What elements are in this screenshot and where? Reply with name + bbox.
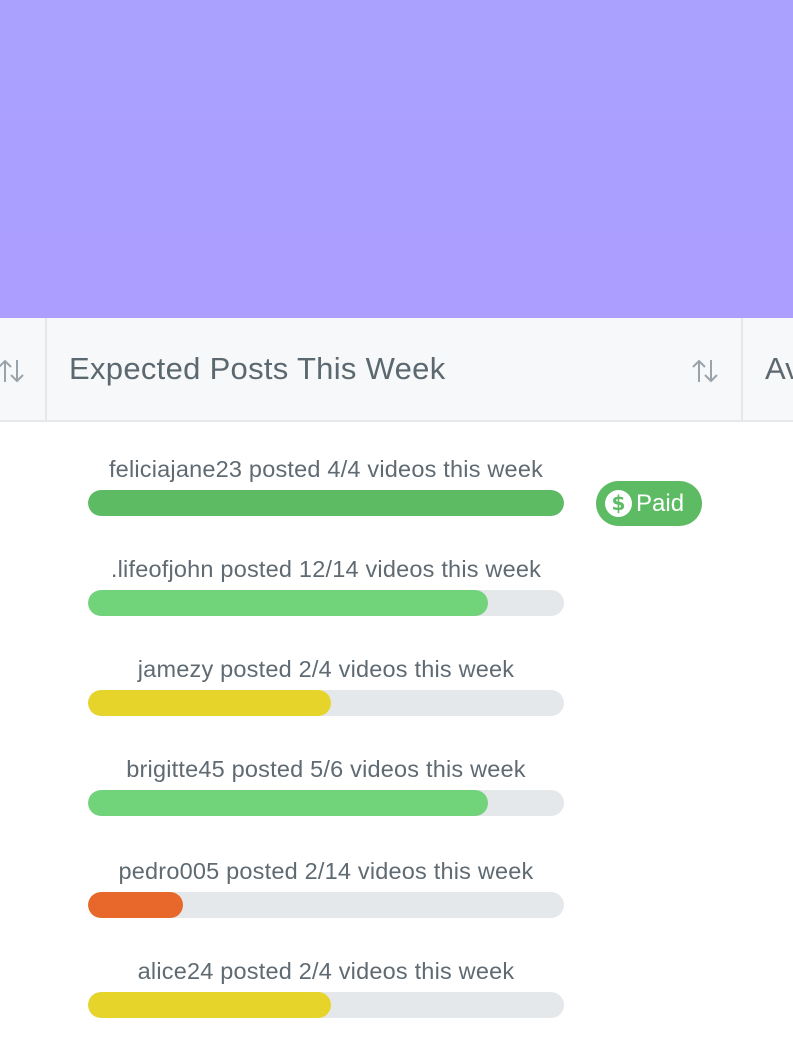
row-label: .lifeofjohn posted 12/14 videos this wee… — [110, 556, 542, 582]
progress-fill — [88, 992, 331, 1018]
list-item: pedro005 posted 2/14 videos this week — [88, 824, 564, 924]
list-item: feliciajane23 posted 4/4 videos this wee… — [88, 422, 564, 522]
sort-arrows-icon[interactable] — [0, 356, 26, 386]
row-label: feliciajane23 posted 4/4 videos this wee… — [108, 456, 544, 482]
list-item: alice24 posted 2/4 videos this week — [88, 924, 564, 1024]
progress-fill — [88, 892, 184, 918]
list-item: jamezy posted 2/4 videos this week — [88, 622, 564, 722]
table-header: Expected Posts This Week Av — [0, 318, 793, 422]
dollar-icon: $ — [605, 490, 632, 517]
next-column-title: Av — [765, 351, 793, 386]
row-label: brigitte45 posted 5/6 videos this week — [126, 756, 526, 782]
progress-bar — [88, 892, 564, 918]
progress-bar — [88, 490, 564, 516]
badge-label: Paid — [636, 489, 685, 517]
sort-arrows-icon[interactable] — [690, 356, 720, 386]
row-label: alice24 posted 2/4 videos this week — [137, 958, 515, 984]
progress-fill — [88, 690, 331, 716]
header-cell-next[interactable]: Av — [745, 318, 793, 422]
row-label: pedro005 posted 2/14 videos this week — [118, 858, 534, 884]
paid-badge[interactable]: $ Paid — [596, 481, 702, 526]
progress-bar — [88, 690, 564, 716]
list-item: .lifeofjohn posted 12/14 videos this wee… — [88, 522, 564, 622]
header-cell-previous[interactable] — [0, 318, 47, 422]
progress-bar — [88, 590, 564, 616]
progress-bar — [88, 790, 564, 816]
row-label: jamezy posted 2/4 videos this week — [137, 656, 515, 682]
progress-bar — [88, 992, 564, 1018]
progress-fill — [88, 490, 564, 516]
progress-fill — [88, 590, 488, 616]
progress-fill — [88, 790, 488, 816]
list-item: brigitte45 posted 5/6 videos this week — [88, 722, 564, 822]
header-cell-expected-posts[interactable]: Expected Posts This Week — [47, 318, 743, 422]
hero-banner — [0, 0, 793, 318]
column-title: Expected Posts This Week — [69, 351, 446, 386]
